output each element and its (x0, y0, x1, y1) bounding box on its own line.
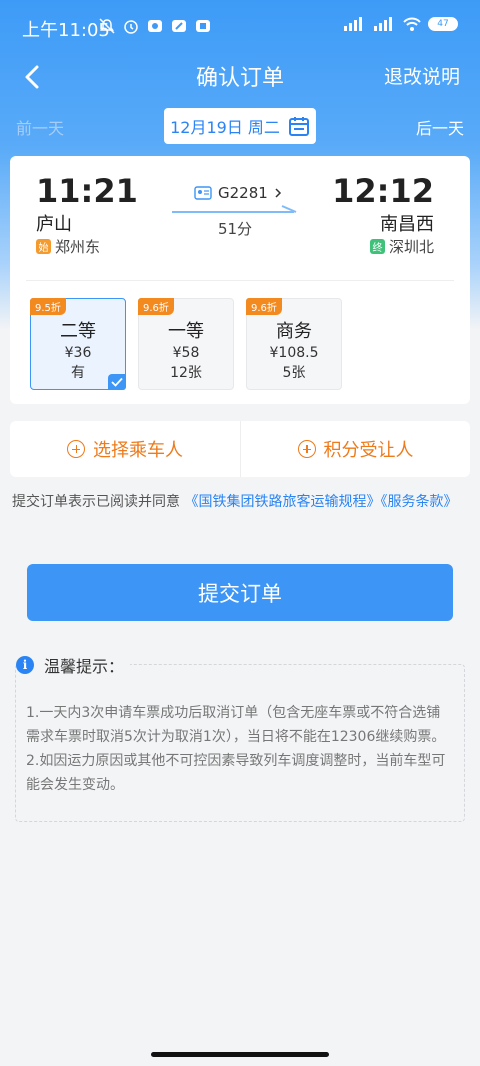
tips-header: i 温馨提示： (16, 653, 131, 677)
seat-option-business-class[interactable]: 9.6折 商务 ¥108.5 5张 (246, 298, 342, 390)
chevron-right-icon (275, 188, 281, 198)
seat-class-label: 商务 (276, 321, 312, 342)
origin-station: 郑州东 (55, 238, 101, 256)
app-notification-icon-3 (196, 20, 210, 32)
battery-icon: 47 (428, 17, 458, 31)
app-notification-icon (148, 20, 162, 32)
seat-option-first-class[interactable]: 9.6折 一等 ¥58 12张 (138, 298, 234, 390)
seat-price: ¥36 (64, 345, 92, 361)
plus-circle-icon (297, 440, 316, 458)
route-arrow-icon (172, 205, 297, 213)
discount-badge: 9.6折 (138, 298, 174, 315)
refund-policy-link[interactable]: 退改说明 (384, 62, 460, 89)
origin-tag: 始 (36, 239, 51, 254)
discount-badge: 9.6折 (246, 298, 282, 315)
alarm-clock-icon (124, 20, 138, 34)
departure-station: 庐山 (36, 214, 72, 235)
submit-order-button[interactable]: 提交订单 (27, 564, 453, 621)
railway-rules-link[interactable]: 《国铁集团铁路旅客运输规程》 (184, 494, 380, 510)
seat-price: ¥58 (172, 345, 200, 361)
signal-icon (344, 17, 362, 31)
prev-day-button[interactable]: 前一天 (16, 115, 64, 139)
passenger-actions: 选择乘车人 积分受让人 (10, 421, 470, 477)
check-icon (108, 374, 126, 390)
terminal-station: 深圳北 (388, 238, 434, 256)
seat-class-label: 二等 (60, 321, 96, 342)
train-number: G2281 (218, 184, 268, 202)
status-bar: 上午11:05 47 (0, 0, 480, 56)
selected-date: 12月19日 周二 (170, 118, 280, 137)
arrival-time: 12:12 (332, 172, 434, 210)
tips-box: 1.一天内3次申请车票成功后取消订单（包含无座车票或不符合选铺需求车票时取消5次… (15, 664, 465, 822)
back-arrow-icon[interactable] (18, 62, 48, 92)
status-system-icons: 47 (342, 16, 458, 32)
home-indicator[interactable] (151, 1052, 329, 1057)
next-day-button[interactable]: 后一天 (416, 115, 464, 139)
calendar-icon (288, 117, 309, 136)
seat-class-label: 一等 (168, 321, 204, 342)
seat-availability: 12张 (170, 365, 202, 381)
status-time: 上午11:05 (22, 20, 110, 41)
points-beneficiary-button[interactable]: 积分受让人 (240, 421, 470, 477)
seat-option-second-class[interactable]: 9.5折 二等 ¥36 有 (30, 298, 126, 390)
agreement-prefix: 提交订单表示已阅读并同意 (12, 494, 180, 510)
terms-of-service-link[interactable]: 《服务条款》 (380, 494, 457, 510)
terminal-tag: 终 (369, 239, 385, 254)
plus-circle-icon (67, 440, 85, 458)
id-card-icon (194, 186, 212, 200)
signal-icon-2 (374, 17, 392, 31)
departure-time: 11:21 (36, 172, 138, 210)
discount-badge: 9.5折 (30, 298, 66, 315)
tip-item: 1.一天内3次申请车票成功后取消订单（包含无座车票或不符合选铺需求车票时取消5次… (26, 705, 446, 745)
status-notification-icons (98, 17, 212, 35)
wifi-icon (403, 17, 421, 31)
tips-title: 温馨提示： (44, 657, 125, 676)
seat-availability: 5张 (282, 365, 306, 381)
date-selector[interactable]: 12月19日 周二 (164, 108, 316, 144)
terminal-station-row: 终 深圳北 (369, 236, 434, 257)
select-passenger-button[interactable]: 选择乘车人 (10, 421, 240, 477)
tip-item: 2.如因运力原因或其他不可控因素导致列车调度调整时，当前车型可能会发生变动。 (26, 753, 446, 793)
card-divider (26, 280, 454, 281)
travel-duration: 51分 (217, 220, 253, 238)
mute-bell-icon (99, 18, 115, 34)
points-beneficiary-label: 积分受让人 (323, 440, 414, 461)
info-icon: i (16, 656, 34, 674)
select-passenger-label: 选择乘车人 (93, 440, 183, 461)
train-number-link[interactable]: G2281 (194, 184, 282, 202)
seat-price: ¥108.5 (269, 345, 319, 361)
arrival-station: 南昌西 (380, 214, 434, 235)
battery-level: 47 (437, 19, 449, 29)
agreement-text: 提交订单表示已阅读并同意 《国铁集团铁路旅客运输规程》《服务条款》 (12, 489, 468, 515)
origin-station-row: 始 郑州东 (36, 236, 100, 257)
train-info-card: 11:21 12:12 庐山 南昌西 始 郑州东 终 深圳北 G2281 51分… (10, 156, 470, 404)
app-notification-icon-2 (172, 20, 186, 32)
